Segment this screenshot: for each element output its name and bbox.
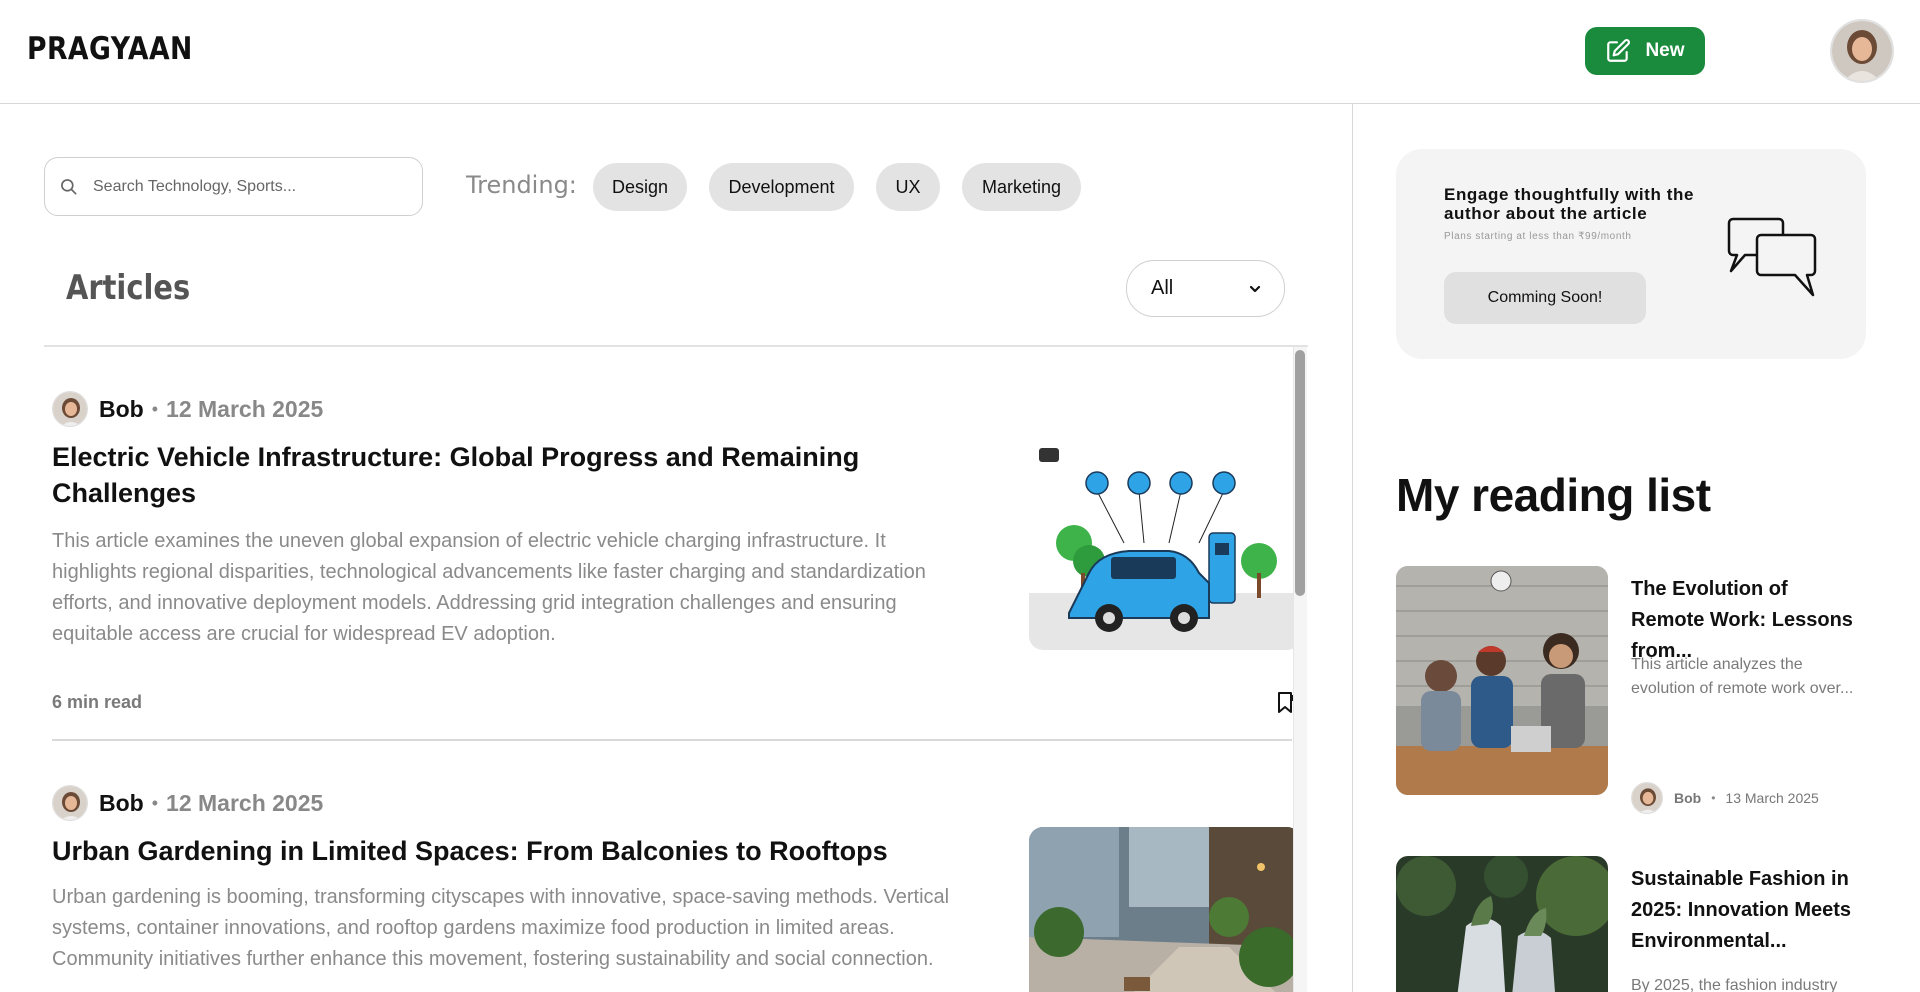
chat-bubbles-icon	[1727, 217, 1817, 297]
filter-value: All	[1151, 277, 1174, 299]
search-input[interactable]	[93, 177, 393, 196]
column-divider	[1352, 104, 1353, 992]
read-time: 6 min read	[52, 692, 143, 712]
trending-chip-ux[interactable]: UX	[876, 163, 940, 211]
trending-chip-development[interactable]: Development	[709, 163, 854, 211]
article-filter-select[interactable]: All	[1126, 260, 1285, 317]
article-thumbnail[interactable]	[1029, 827, 1301, 992]
article-title[interactable]: Urban Gardening in Limited Spaces: From …	[52, 833, 952, 869]
reading-list-date: 13 March 2025	[1725, 790, 1819, 806]
top-header: PRAGYAAN New	[0, 0, 1920, 104]
brand-logo[interactable]: PRAGYAAN	[27, 31, 193, 67]
trending-chip-marketing[interactable]: Marketing	[962, 163, 1081, 211]
search-icon	[61, 178, 77, 194]
author-row: Bob • 12 March 2025	[52, 391, 323, 427]
reading-list-excerpt: This article analyzes the evolution of r…	[1631, 656, 1854, 697]
edit-icon	[1607, 39, 1631, 62]
author-avatar[interactable]	[1631, 782, 1663, 814]
article-feed[interactable]: Bob • 12 March 2025 Electric Vehicle Inf…	[44, 347, 1308, 992]
promo-subtitle: Plans starting at less than ₹99/month	[1444, 231, 1632, 242]
reading-list-author[interactable]: Bob	[1674, 790, 1701, 806]
article-date: 12 March 2025	[166, 789, 324, 816]
reading-list-title[interactable]: Sustainable Fashion in 2025: Innovation …	[1631, 864, 1866, 957]
reading-list-thumbnail[interactable]	[1396, 566, 1608, 795]
article-card[interactable]: Bob • 12 March 2025 Electric Vehicle Inf…	[52, 347, 1301, 739]
coming-soon-button[interactable]: Comming Soon!	[1444, 272, 1646, 324]
reading-list-meta: Bob • 13 March 2025	[1631, 782, 1819, 814]
author-name[interactable]: Bob	[99, 790, 144, 817]
author-row: Bob • 12 March 2025	[52, 785, 323, 821]
trending-label: Trending:	[466, 171, 577, 199]
user-avatar[interactable]	[1830, 19, 1894, 83]
reading-list-excerpt: By 2025, the fashion industry	[1631, 977, 1838, 992]
new-button-label: New	[1645, 40, 1685, 61]
reading-list-heading: My reading list	[1396, 469, 1711, 521]
articles-heading: Articles	[66, 268, 191, 308]
author-avatar[interactable]	[52, 391, 88, 427]
chevron-down-icon	[1249, 285, 1261, 293]
feed-scrollbar-thumb[interactable]	[1295, 350, 1305, 596]
article-excerpt: This article examines the uneven global …	[52, 530, 926, 645]
author-name[interactable]: Bob	[99, 396, 144, 423]
author-avatar[interactable]	[52, 785, 88, 821]
search-box[interactable]	[44, 157, 423, 216]
new-post-button[interactable]: New	[1585, 27, 1705, 75]
article-title[interactable]: Electric Vehicle Infrastructure: Global …	[52, 439, 912, 511]
article-card[interactable]: Bob • 12 March 2025 Urban Gardening in L…	[52, 741, 1301, 992]
reading-list-item[interactable]: The Evolution of Remote Work: Lessons fr…	[1396, 566, 1866, 814]
meta-separator: •	[151, 792, 159, 813]
promo-title: Engage thoughtfully with the author abou…	[1444, 185, 1695, 223]
article-excerpt: Urban gardening is booming, transforming…	[52, 886, 950, 970]
trending-chip-design[interactable]: Design	[593, 163, 687, 211]
meta-separator: •	[1711, 791, 1716, 805]
reading-list-thumbnail[interactable]	[1396, 856, 1608, 992]
reading-list-item[interactable]: Sustainable Fashion in 2025: Innovation …	[1396, 856, 1866, 992]
article-date: 12 March 2025	[166, 395, 324, 422]
subscription-promo-card: Engage thoughtfully with the author abou…	[1396, 149, 1866, 359]
article-thumbnail[interactable]	[1029, 433, 1301, 650]
meta-separator: •	[151, 398, 159, 419]
